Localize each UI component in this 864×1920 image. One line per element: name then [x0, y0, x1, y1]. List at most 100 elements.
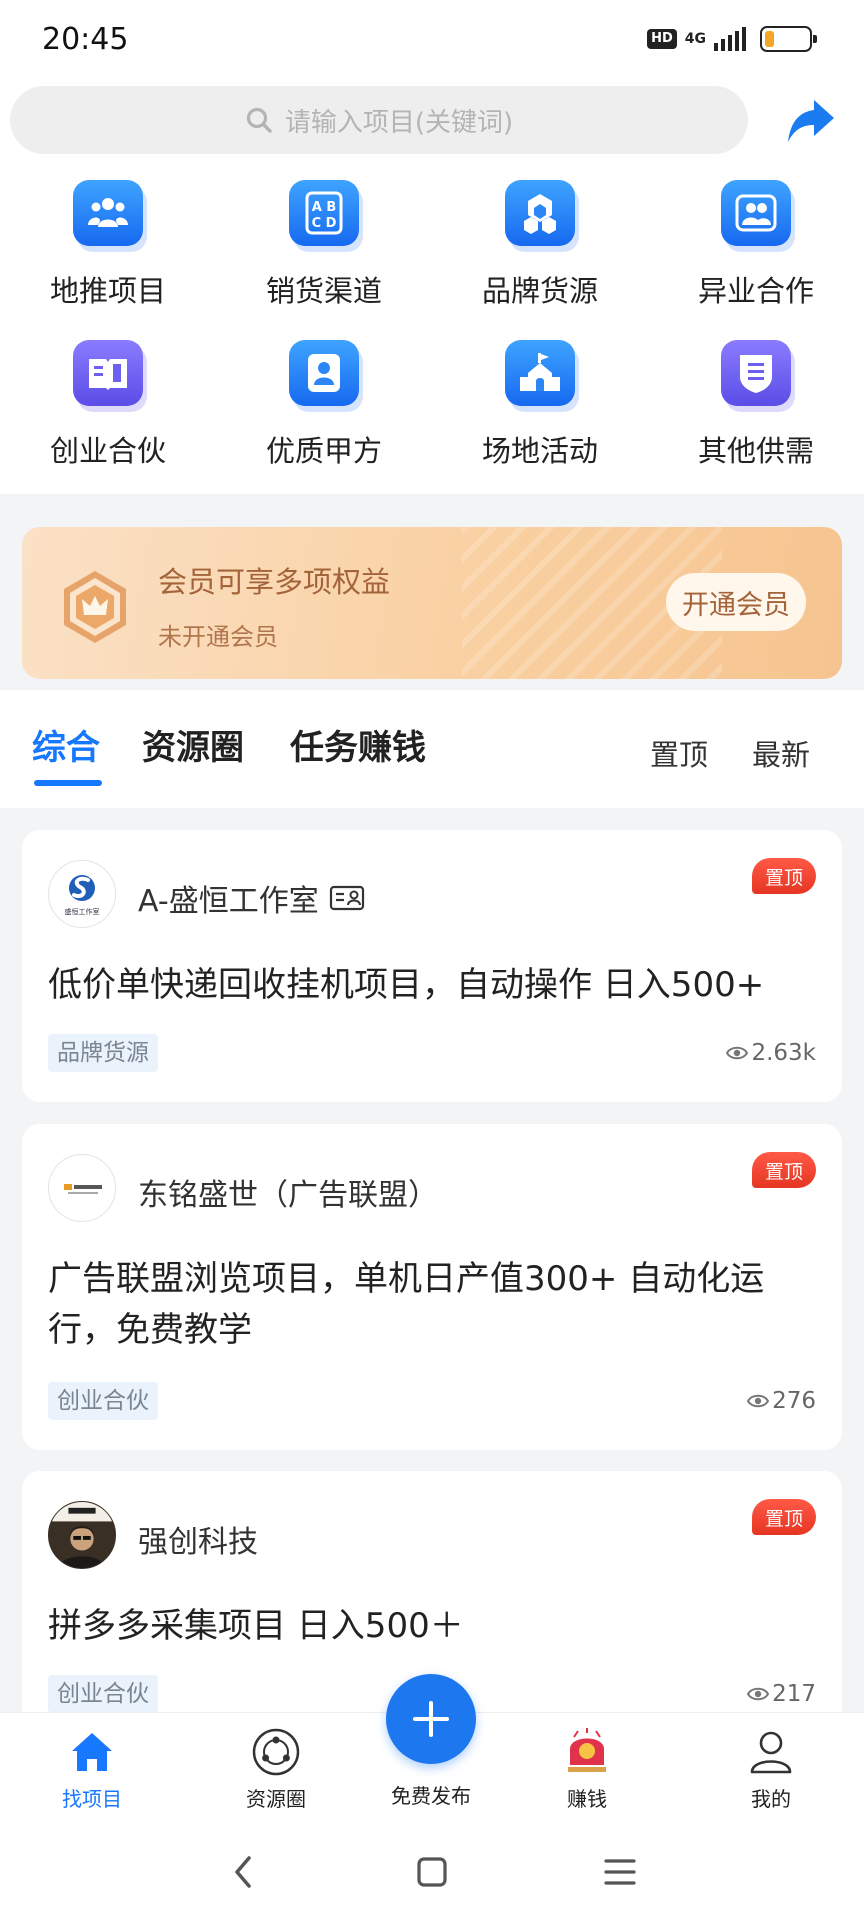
- view-count: 217: [747, 1681, 816, 1707]
- post-tag: 创业合伙: [48, 1382, 158, 1420]
- red-envelope-icon: [562, 1727, 612, 1777]
- crown-badge-icon: [64, 571, 126, 643]
- network-type: 4G: [684, 31, 706, 47]
- search-placeholder: 请输入项目(关键词): [284, 107, 514, 138]
- avatar[interactable]: 盛恒工作室: [48, 860, 116, 928]
- avatar-logo-text: 盛恒工作室: [65, 907, 100, 916]
- category-label: 地推项目: [49, 274, 166, 308]
- eye-icon: [726, 1046, 749, 1060]
- view-count-value: 276: [772, 1388, 816, 1414]
- feed-tabs: 综合 资源圈 任务赚钱 置顶 最新: [0, 690, 864, 808]
- category-label: 优质甲方: [265, 434, 382, 468]
- nav-label: 资源圈: [246, 1787, 306, 1811]
- post-title[interactable]: 拼多多采集项目 日入500＋: [48, 1601, 828, 1652]
- post-title[interactable]: 低价单快递回收挂机项目，自动操作 日入500+: [48, 960, 828, 1011]
- category-item-3[interactable]: 异业合作: [648, 180, 864, 330]
- book-icon: [73, 340, 143, 406]
- category-item-5[interactable]: 优质甲方: [216, 340, 432, 490]
- tab-resource-circle[interactable]: 资源圈: [142, 720, 244, 769]
- author-label: A-盛恒工作室: [138, 884, 319, 919]
- post-card[interactable]: 盛恒工作室 A-盛恒工作室 置顶 低价单快递回收挂机项目，自动操作 日入500+…: [22, 830, 842, 1102]
- author-name[interactable]: 强创科技: [138, 1517, 258, 1561]
- view-count-value: 217: [772, 1681, 816, 1707]
- nav-earn[interactable]: 赚钱: [512, 1713, 662, 1823]
- people-group-icon: [73, 180, 143, 246]
- top-area: 请输入项目(关键词) 地推项目 A BC D 销货渠道 品牌货源 异业合作 创业…: [0, 80, 864, 494]
- vip-banner[interactable]: 会员可享多项权益 未开通会员 开通会员: [22, 527, 842, 679]
- status-bar: 20:45 HD 4G: [0, 0, 864, 80]
- author-name[interactable]: 东铭盛世（广告联盟）: [138, 1170, 438, 1214]
- eye-icon: [747, 1687, 770, 1701]
- signal-icon: [714, 27, 746, 51]
- two-persons-icon: [721, 180, 791, 246]
- author-label: 强创科技: [138, 1525, 258, 1560]
- search-input[interactable]: 请输入项目(关键词): [10, 86, 748, 154]
- view-count: 276: [747, 1388, 816, 1414]
- svg-text:A B: A B: [312, 200, 337, 215]
- post-tag: 创业合伙: [48, 1675, 158, 1713]
- category-item-6[interactable]: 场地活动: [432, 340, 648, 490]
- category-label: 场地活动: [481, 434, 598, 468]
- author-name[interactable]: A-盛恒工作室: [138, 876, 365, 920]
- nav-label: 找项目: [62, 1787, 122, 1811]
- home-icon: [67, 1727, 117, 1777]
- nav-find-projects[interactable]: 找项目: [17, 1713, 167, 1823]
- category-label: 销货渠道: [265, 274, 382, 308]
- avatar[interactable]: [48, 1501, 116, 1569]
- category-label: 创业合伙: [49, 434, 166, 468]
- publish-button[interactable]: [386, 1674, 476, 1764]
- vip-title: 会员可享多项权益: [158, 565, 391, 599]
- circle-network-icon: [251, 1727, 301, 1777]
- category-label: 异业合作: [697, 274, 814, 308]
- status-time: 20:45: [42, 22, 129, 57]
- category-item-0[interactable]: 地推项目: [0, 180, 216, 330]
- nav-label: 赚钱: [567, 1787, 607, 1811]
- avatar[interactable]: [48, 1154, 116, 1222]
- category-item-4[interactable]: 创业合伙: [0, 340, 216, 490]
- status-icons: HD 4G: [647, 26, 817, 52]
- pinned-badge: 置顶: [752, 1499, 816, 1535]
- hexagon-cluster-icon: [505, 180, 575, 246]
- author-label: 东铭盛世（广告联盟）: [138, 1178, 438, 1213]
- tab-comprehensive[interactable]: 综合: [32, 720, 100, 769]
- view-count: 2.63k: [726, 1040, 816, 1066]
- hd-icon: HD: [647, 29, 677, 49]
- post-card[interactable]: 东铭盛世（广告联盟） 置顶 广告联盟浏览项目，单机日产值300+ 自动化运行，免…: [22, 1124, 842, 1450]
- svg-text:C D: C D: [312, 216, 337, 231]
- nav-mine[interactable]: 我的: [696, 1713, 846, 1823]
- share-icon[interactable]: [784, 94, 838, 148]
- post-tag: 品牌货源: [48, 1034, 158, 1072]
- venue-building-icon: [505, 340, 575, 406]
- user-icon: [746, 1727, 796, 1777]
- sort-pinned[interactable]: 置顶: [650, 732, 708, 774]
- nav-label: 我的: [751, 1787, 791, 1811]
- publish-label[interactable]: 免费发布: [356, 1780, 506, 1809]
- nav-resource-circle[interactable]: 资源圈: [201, 1713, 351, 1823]
- shield-list-icon: [721, 340, 791, 406]
- tab-tasks-earn[interactable]: 任务赚钱: [290, 720, 426, 769]
- system-nav-bar: [0, 1822, 864, 1920]
- sort-latest[interactable]: 最新: [752, 732, 810, 774]
- back-icon[interactable]: [220, 1848, 268, 1896]
- plus-icon: [413, 1701, 449, 1737]
- eye-icon: [747, 1394, 770, 1408]
- category-label: 其他供需: [697, 434, 814, 468]
- vip-subtitle: 未开通会员: [158, 623, 278, 651]
- category-item-1[interactable]: A BC D 销货渠道: [216, 180, 432, 330]
- pinned-badge: 置顶: [752, 858, 816, 894]
- category-label: 品牌货源: [481, 274, 598, 308]
- tab-indicator: [34, 780, 102, 786]
- category-item-7[interactable]: 其他供需: [648, 340, 864, 490]
- menu-icon[interactable]: [596, 1848, 644, 1896]
- pinned-badge: 置顶: [752, 1152, 816, 1188]
- person-badge-icon: [289, 340, 359, 406]
- home-square-icon[interactable]: [408, 1848, 456, 1896]
- abcd-icon: A BC D: [289, 180, 359, 246]
- id-card-icon: [329, 885, 364, 911]
- open-membership-button[interactable]: 开通会员: [666, 573, 806, 631]
- search-icon: [246, 107, 272, 133]
- view-count-value: 2.63k: [751, 1040, 816, 1066]
- category-item-2[interactable]: 品牌货源: [432, 180, 648, 330]
- post-title[interactable]: 广告联盟浏览项目，单机日产值300+ 自动化运行，免费教学: [48, 1254, 828, 1356]
- battery-icon: [760, 26, 817, 52]
